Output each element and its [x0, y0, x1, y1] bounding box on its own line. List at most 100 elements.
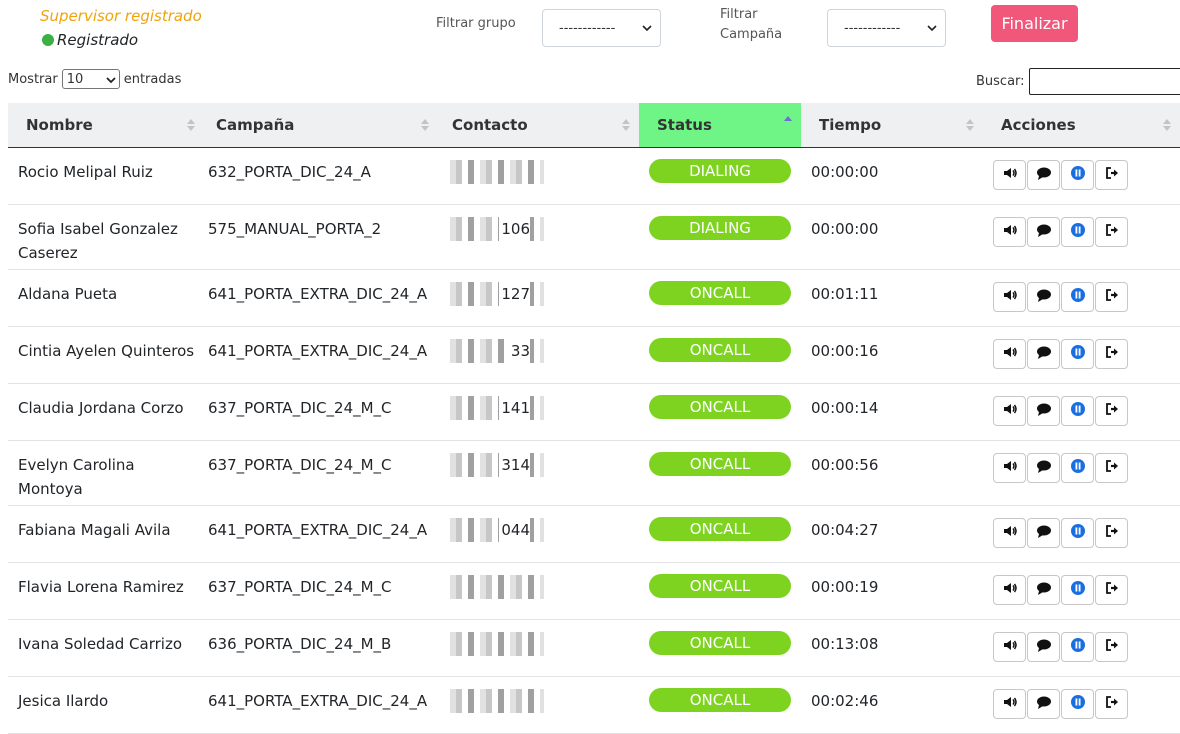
finalize-button[interactable]: Finalizar: [991, 5, 1078, 42]
pause-button[interactable]: [1061, 282, 1094, 312]
volume-button[interactable]: [993, 339, 1026, 369]
chat-button[interactable]: [1027, 575, 1060, 605]
length-suffix: entradas: [123, 71, 182, 87]
logout-button[interactable]: [1095, 282, 1128, 312]
chat-button[interactable]: [1027, 632, 1060, 662]
table-row: Evelyn Carolina Montoya 637_PORTA_DIC_24…: [8, 441, 1180, 506]
pause-button[interactable]: [1061, 339, 1094, 369]
pause-icon: [1070, 694, 1086, 714]
logout-button[interactable]: [1095, 453, 1128, 483]
logout-icon: [1104, 580, 1120, 600]
pause-button[interactable]: [1061, 453, 1094, 483]
filter-campaign-select[interactable]: ------------: [827, 9, 946, 47]
length-select[interactable]: 10: [61, 69, 120, 89]
volume-button[interactable]: [993, 282, 1026, 312]
chat-button[interactable]: [1027, 217, 1060, 247]
table-row: Cintia Ayelen Quinteros 641_PORTA_EXTRA_…: [8, 327, 1180, 384]
agent-name-line2: Caserez: [18, 244, 78, 262]
contact-tail: 127: [499, 282, 530, 306]
cell-nombre: Sofia Isabel Gonzalez Caserez: [18, 205, 203, 265]
column-header-nombre[interactable]: Nombre: [8, 103, 204, 147]
chat-button[interactable]: [1027, 282, 1060, 312]
logout-button[interactable]: [1095, 217, 1128, 247]
volume-button[interactable]: [993, 217, 1026, 247]
volume-icon: [1002, 523, 1018, 543]
column-header-campana[interactable]: Campaña: [198, 103, 438, 147]
supervisor-status-label: Registrado: [57, 31, 139, 49]
search-input[interactable]: [1029, 68, 1180, 95]
cell-campana: 636_PORTA_DIC_24_M_B: [208, 635, 392, 653]
logout-button[interactable]: [1095, 339, 1128, 369]
volume-button[interactable]: [993, 632, 1026, 662]
chat-icon: [1036, 222, 1052, 242]
chat-button[interactable]: [1027, 339, 1060, 369]
pause-icon: [1070, 637, 1086, 657]
row-actions: [993, 160, 1129, 190]
column-header-label: Acciones: [1001, 116, 1076, 134]
cell-tiempo: 00:13:08: [811, 635, 879, 653]
chevron-down-icon: [927, 25, 937, 32]
cell-tiempo: 00:00:00: [811, 163, 879, 181]
chat-button[interactable]: [1027, 689, 1060, 719]
column-header-tiempo[interactable]: Tiempo: [801, 103, 983, 147]
pause-button[interactable]: [1061, 217, 1094, 247]
cell-campana: 641_PORTA_EXTRA_DIC_24_A: [208, 285, 428, 303]
volume-button[interactable]: [993, 689, 1026, 719]
cell-contacto: 33: [444, 339, 544, 363]
column-header-acciones[interactable]: Acciones: [983, 103, 1180, 147]
volume-button[interactable]: [993, 518, 1026, 548]
cell-tiempo: 00:04:27: [811, 521, 879, 539]
logout-icon: [1104, 344, 1120, 364]
logout-button[interactable]: [1095, 689, 1128, 719]
pause-button[interactable]: [1061, 518, 1094, 548]
pause-button[interactable]: [1061, 396, 1094, 426]
cell-contacto: 141: [444, 396, 544, 420]
chat-button[interactable]: [1027, 518, 1060, 548]
chevron-down-icon: [106, 77, 116, 84]
volume-button[interactable]: [993, 575, 1026, 605]
chat-button[interactable]: [1027, 160, 1060, 190]
volume-button[interactable]: [993, 396, 1026, 426]
cell-campana: 641_PORTA_EXTRA_DIC_24_A: [208, 521, 428, 539]
logout-button[interactable]: [1095, 396, 1128, 426]
volume-icon: [1002, 287, 1018, 307]
cell-contacto: [444, 160, 544, 184]
cell-contacto: 127: [444, 282, 544, 306]
agent-name-line1: Aldana Pueta: [18, 285, 118, 303]
chat-icon: [1036, 458, 1052, 478]
chat-button[interactable]: [1027, 453, 1060, 483]
logout-button[interactable]: [1095, 160, 1128, 190]
cell-contacto: [444, 632, 544, 656]
status-badge: ONCALL: [649, 395, 791, 419]
cell-campana: 641_PORTA_EXTRA_DIC_24_A: [208, 692, 428, 710]
filter-group-select[interactable]: ------------: [542, 9, 661, 47]
volume-icon: [1002, 401, 1018, 421]
pause-button[interactable]: [1061, 160, 1094, 190]
cell-nombre: Cintia Ayelen Quinteros: [18, 327, 203, 363]
cell-contacto: 044: [444, 518, 544, 542]
pause-button[interactable]: [1061, 689, 1094, 719]
agent-name-line1: Claudia Jordana Corzo: [18, 399, 184, 417]
table-row: Sofia Isabel Gonzalez Caserez 575_MANUAL…: [8, 205, 1180, 270]
logout-button[interactable]: [1095, 632, 1128, 662]
volume-button[interactable]: [993, 453, 1026, 483]
volume-icon: [1002, 694, 1018, 714]
filter-campaign-value: ------------: [844, 20, 901, 36]
pause-icon: [1070, 344, 1086, 364]
chat-button[interactable]: [1027, 396, 1060, 426]
sort-asc-icon: [784, 116, 792, 121]
sort-icon: [622, 119, 630, 131]
column-header-label: Tiempo: [819, 116, 882, 134]
column-header-contacto[interactable]: Contacto: [434, 103, 639, 147]
logout-button[interactable]: [1095, 518, 1128, 548]
length-prefix: Mostrar: [8, 71, 58, 87]
column-header-status[interactable]: Status: [639, 103, 801, 147]
redacted-contact: [444, 632, 544, 656]
logout-button[interactable]: [1095, 575, 1128, 605]
volume-button[interactable]: [993, 160, 1026, 190]
agent-name-line1: Rocio Melipal Ruiz: [18, 163, 153, 181]
chat-icon: [1036, 580, 1052, 600]
agent-name-line1: Cintia Ayelen Quinteros: [18, 342, 195, 360]
pause-button[interactable]: [1061, 575, 1094, 605]
pause-button[interactable]: [1061, 632, 1094, 662]
